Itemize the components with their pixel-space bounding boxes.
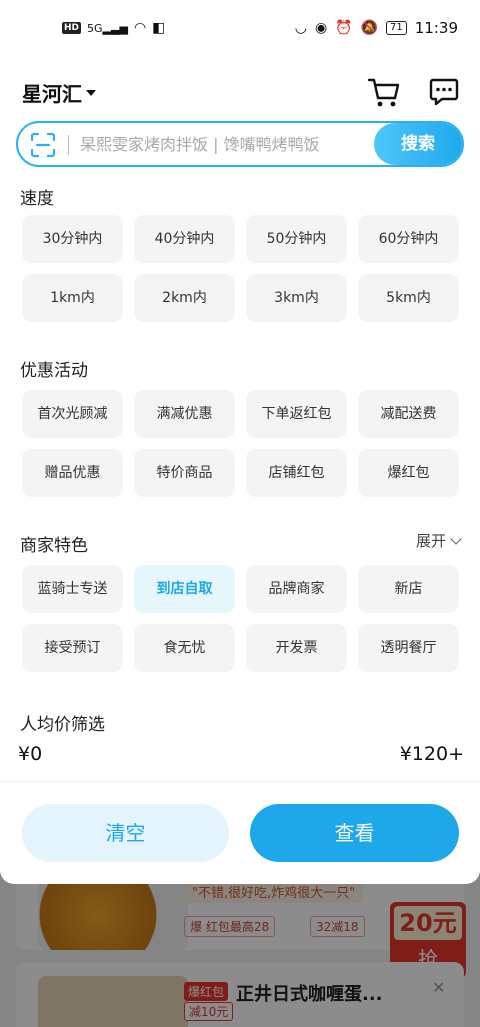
distance-option[interactable]: 3km内 (246, 274, 347, 322)
promotion-option[interactable]: 店铺红包 (246, 449, 347, 497)
feature-option[interactable]: 蓝骑士专送 (22, 565, 123, 613)
speed-option[interactable]: 60分钟内 (358, 215, 459, 263)
scan-icon[interactable] (30, 132, 56, 158)
expand-toggle[interactable]: 展开 (415, 530, 462, 551)
promotion-option[interactable]: 满减优惠 (134, 390, 235, 438)
feature-option[interactable]: 接受预订 (22, 624, 123, 672)
speed-option[interactable]: 40分钟内 (134, 215, 235, 263)
promotion-option[interactable]: 赠品优惠 (22, 449, 123, 497)
promotion-option[interactable]: 首次光顾减 (22, 390, 123, 438)
expand-label: 展开 (415, 532, 446, 550)
top-bar: 星河汇 (0, 72, 480, 112)
eye-icon: ◉ (314, 20, 328, 36)
promotion-options: 首次光顾减 满减优惠 下单返红包 减配送费 赠品优惠 特价商品 店铺红包 爆红包 (22, 390, 460, 497)
feature-option[interactable]: 新店 (358, 565, 459, 613)
distance-option[interactable]: 2km内 (134, 274, 235, 322)
feature-option-selected[interactable]: 到店自取 (134, 565, 235, 613)
speed-option[interactable]: 50分钟内 (246, 215, 347, 263)
alarm-icon: ⏰ (335, 20, 353, 36)
search-button[interactable]: 搜索 (374, 123, 462, 165)
message-icon[interactable] (428, 76, 460, 108)
chevron-down-icon (450, 532, 462, 545)
clock: 11:39 (414, 19, 458, 37)
speed-option[interactable]: 30分钟内 (22, 215, 123, 263)
promotion-option[interactable]: 下单返红包 (246, 390, 347, 438)
feature-option[interactable]: 开发票 (246, 624, 347, 672)
section-title-promotions: 优惠活动 (20, 361, 88, 381)
promotion-option[interactable]: 爆红包 (358, 449, 459, 497)
search-bar: 搜索 (16, 121, 464, 167)
notification-icon: ◧ (152, 20, 166, 36)
filter-panel: HD 5G▂▃▅ ◠ ◧ ◡ ◉ ⏰ 🔕 71 11:39 星河汇 杲熙雯家烤肉… (0, 0, 480, 884)
price-min-label: ¥0 (18, 743, 43, 765)
view-button[interactable]: 查看 (250, 804, 459, 862)
section-title-features: 商家特色 (20, 536, 88, 556)
headphones-icon: ◡ (294, 20, 307, 36)
clear-button[interactable]: 清空 (22, 804, 229, 862)
section-title-speed: 速度 (20, 189, 54, 209)
caret-down-icon (86, 89, 96, 96)
feature-options: 蓝骑士专送 到店自取 品牌商家 新店 接受预订 食无忧 开发票 透明餐厅 (22, 565, 460, 672)
search-divider (68, 135, 69, 155)
cart-icon[interactable] (366, 74, 402, 108)
section-title-price: 人均价筛选 (20, 715, 105, 735)
feature-option[interactable]: 品牌商家 (246, 565, 347, 613)
distance-option[interactable]: 5km内 (358, 274, 459, 322)
speed-options: 30分钟内 40分钟内 50分钟内 60分钟内 1km内 2km内 3km内 5… (22, 215, 460, 322)
price-range-slider[interactable] (0, 781, 480, 782)
status-bar: HD 5G▂▃▅ ◠ ◧ ◡ ◉ ⏰ 🔕 71 11:39 (0, 0, 480, 58)
wifi-icon: ◠ (133, 20, 147, 36)
signal-icon: 5G▂▃▅ (87, 21, 128, 35)
distance-option[interactable]: 1km内 (22, 274, 123, 322)
promotion-option[interactable]: 减配送费 (358, 390, 459, 438)
location-selector[interactable]: 星河汇 (22, 78, 96, 107)
price-max-label: ¥120+ (399, 743, 464, 765)
location-label: 星河汇 (22, 82, 82, 106)
feature-option[interactable]: 透明餐厅 (358, 624, 459, 672)
feature-option[interactable]: 食无忧 (134, 624, 235, 672)
search-input[interactable] (80, 123, 380, 165)
hd-icon: HD (62, 22, 82, 34)
battery-icon: 71 (386, 21, 407, 35)
promotion-option[interactable]: 特价商品 (134, 449, 235, 497)
mute-icon: 🔕 (360, 20, 379, 36)
